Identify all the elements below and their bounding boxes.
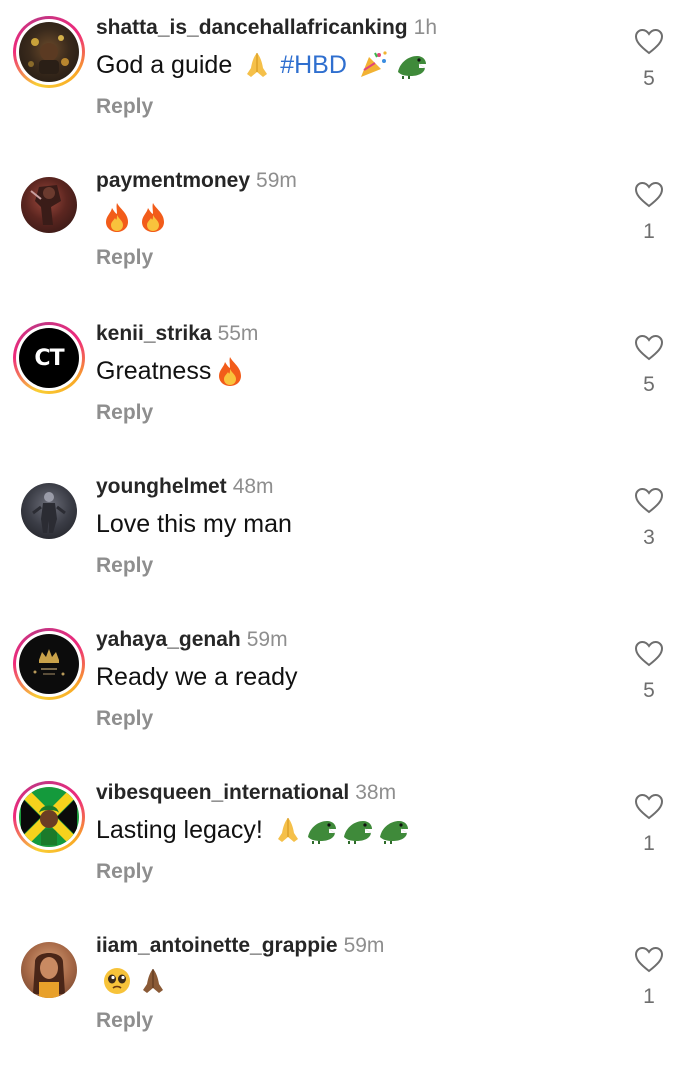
comment-item: yahaya_genah 59m Ready we a ready Reply 5 <box>0 612 700 762</box>
avatar <box>19 787 79 847</box>
avatar <box>19 634 79 694</box>
comment-item: iiam_antoinette_grappie 59m Reply 1 <box>0 918 700 1068</box>
avatar <box>21 177 77 233</box>
comment-item: vibesqueen_international 38m Lasting lega… <box>0 765 700 915</box>
avatar <box>21 942 77 998</box>
folded-hands-icon <box>242 50 272 80</box>
comment-text <box>96 966 610 996</box>
avatar-wrapper[interactable] <box>13 169 85 241</box>
reply-button[interactable]: Reply <box>96 245 610 271</box>
avatar-story-ring[interactable] <box>13 781 85 853</box>
comment-text: God a guide #HBD <box>96 48 610 82</box>
username[interactable]: iiam_antoinette_grappie <box>96 934 338 957</box>
username[interactable]: vibesqueen_international <box>96 781 349 804</box>
avatar-story-ring[interactable]: CT <box>13 322 85 394</box>
avatar-story-ring[interactable] <box>13 16 85 88</box>
heart-icon[interactable] <box>634 793 664 820</box>
folded-hands-icon <box>273 815 303 845</box>
jamaica-flag-avatar-image <box>21 789 77 845</box>
comment-time: 55m <box>217 322 259 345</box>
reply-button[interactable]: Reply <box>96 706 610 732</box>
username[interactable]: paymentmoney <box>96 169 250 192</box>
fire-icon <box>138 201 168 233</box>
username[interactable]: kenii_strika <box>96 322 212 345</box>
heart-icon[interactable] <box>634 946 664 973</box>
comment-text: Ready we a ready <box>96 660 610 694</box>
avatar <box>19 22 79 82</box>
avatar-image <box>28 35 69 74</box>
heart-icon[interactable] <box>634 640 664 667</box>
pleading-face-icon <box>102 966 132 996</box>
comment-text: Lasting legacy! <box>96 813 610 847</box>
comment-body: God a guide <box>96 51 233 79</box>
comment-body: Ready we a ready <box>96 663 298 691</box>
avatar: CT <box>19 328 79 388</box>
like-count: 3 <box>643 526 655 549</box>
avatar-image <box>33 953 65 998</box>
like-count: 1 <box>643 220 655 243</box>
comment-body: Lasting legacy! <box>96 816 263 844</box>
avatar-image <box>32 492 66 533</box>
like-count: 5 <box>643 373 655 396</box>
avatar-wrapper[interactable] <box>13 475 85 547</box>
comment-item: shatta_is_dancehallafricanking 1h God a g… <box>0 0 700 150</box>
comment-item: paymentmoney 59m Reply 1 <box>0 153 700 303</box>
avatar-wrapper[interactable] <box>13 934 85 1006</box>
crocodile-icon <box>341 815 375 845</box>
heart-icon[interactable] <box>634 487 664 514</box>
fire-icon <box>102 201 132 233</box>
crocodile-icon <box>305 815 339 845</box>
hashtag-link[interactable]: #HBD <box>280 48 347 82</box>
reply-button[interactable]: Reply <box>96 1008 610 1034</box>
like-count: 5 <box>643 679 655 702</box>
comment-text: Greatness <box>96 354 610 388</box>
crocodile-icon <box>377 815 411 845</box>
username[interactable]: shatta_is_dancehallafricanking <box>96 16 408 39</box>
crocodile-icon <box>395 50 429 80</box>
comment-time: 59m <box>343 934 385 957</box>
comment-item: younghelmet 48m Love this my man Reply 3 <box>0 459 700 609</box>
avatar-logo-text: CT <box>34 345 64 371</box>
like-count: 1 <box>643 832 655 855</box>
username[interactable]: younghelmet <box>96 475 227 498</box>
avatar-image <box>30 185 61 225</box>
username[interactable]: yahaya_genah <box>96 628 241 651</box>
comment-body: Love this my man <box>96 510 292 538</box>
reply-button[interactable]: Reply <box>96 400 610 426</box>
heart-icon[interactable] <box>634 181 664 208</box>
reply-button[interactable]: Reply <box>96 859 610 885</box>
fire-icon <box>215 355 245 387</box>
folded-hands-dark-icon <box>138 966 168 996</box>
party-popper-icon <box>357 49 389 81</box>
like-count: 5 <box>643 67 655 90</box>
comment-time: 59m <box>246 628 288 651</box>
comment-text <box>96 201 610 233</box>
comment-time: 38m <box>355 781 397 804</box>
reply-button[interactable]: Reply <box>96 553 610 579</box>
comment-time: 59m <box>256 169 297 192</box>
reply-button[interactable]: Reply <box>96 94 610 120</box>
heart-icon[interactable] <box>634 28 664 55</box>
heart-icon[interactable] <box>634 334 664 361</box>
avatar-story-ring[interactable] <box>13 628 85 700</box>
avatar <box>21 483 77 539</box>
comment-text: Love this my man <box>96 507 610 541</box>
crown-icon <box>33 649 65 676</box>
comment-time: 1h <box>413 16 437 39</box>
like-count: 1 <box>643 985 655 1008</box>
comment-time: 48m <box>232 475 274 498</box>
comment-body: Greatness <box>96 357 212 385</box>
comment-item: CT kenii_strika 55m Greatness Reply 5 <box>0 306 700 456</box>
